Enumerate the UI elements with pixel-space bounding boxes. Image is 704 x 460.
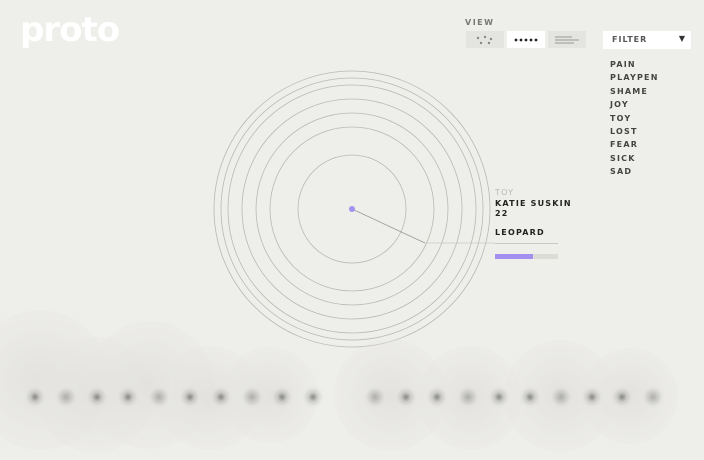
item-dot[interactable]: [550, 386, 572, 408]
item-dot[interactable]: [24, 386, 46, 408]
info-animal: LEOPARD: [495, 228, 545, 237]
info-divider: [495, 243, 558, 244]
info-category: TOY: [495, 188, 515, 197]
item-dot[interactable]: [86, 386, 108, 408]
item-dot[interactable]: [55, 386, 77, 408]
info-person: KATIE SUSKIN 22: [495, 199, 575, 219]
info-person-name: KATIE SUSKIN: [495, 199, 572, 208]
item-dot[interactable]: [426, 386, 448, 408]
pointer-line: [351, 208, 426, 244]
item-dot[interactable]: [241, 386, 263, 408]
item-dot[interactable]: [642, 386, 664, 408]
item-dot[interactable]: [457, 386, 479, 408]
item-dot[interactable]: [581, 386, 603, 408]
item-dot[interactable]: [302, 386, 324, 408]
item-dot[interactable]: [179, 386, 201, 408]
item-dot[interactable]: [611, 386, 633, 408]
item-dot[interactable]: [210, 386, 232, 408]
item-dot[interactable]: [519, 386, 541, 408]
item-dot[interactable]: [488, 386, 510, 408]
progress-bar: [495, 254, 558, 259]
item-dot[interactable]: [271, 386, 293, 408]
item-dot[interactable]: [117, 386, 139, 408]
selected-dot: [349, 206, 355, 212]
item-dot[interactable]: [148, 386, 170, 408]
info-person-age: 22: [495, 209, 509, 218]
progress-fill: [495, 254, 533, 259]
item-dot[interactable]: [395, 386, 417, 408]
item-dot[interactable]: [364, 386, 386, 408]
